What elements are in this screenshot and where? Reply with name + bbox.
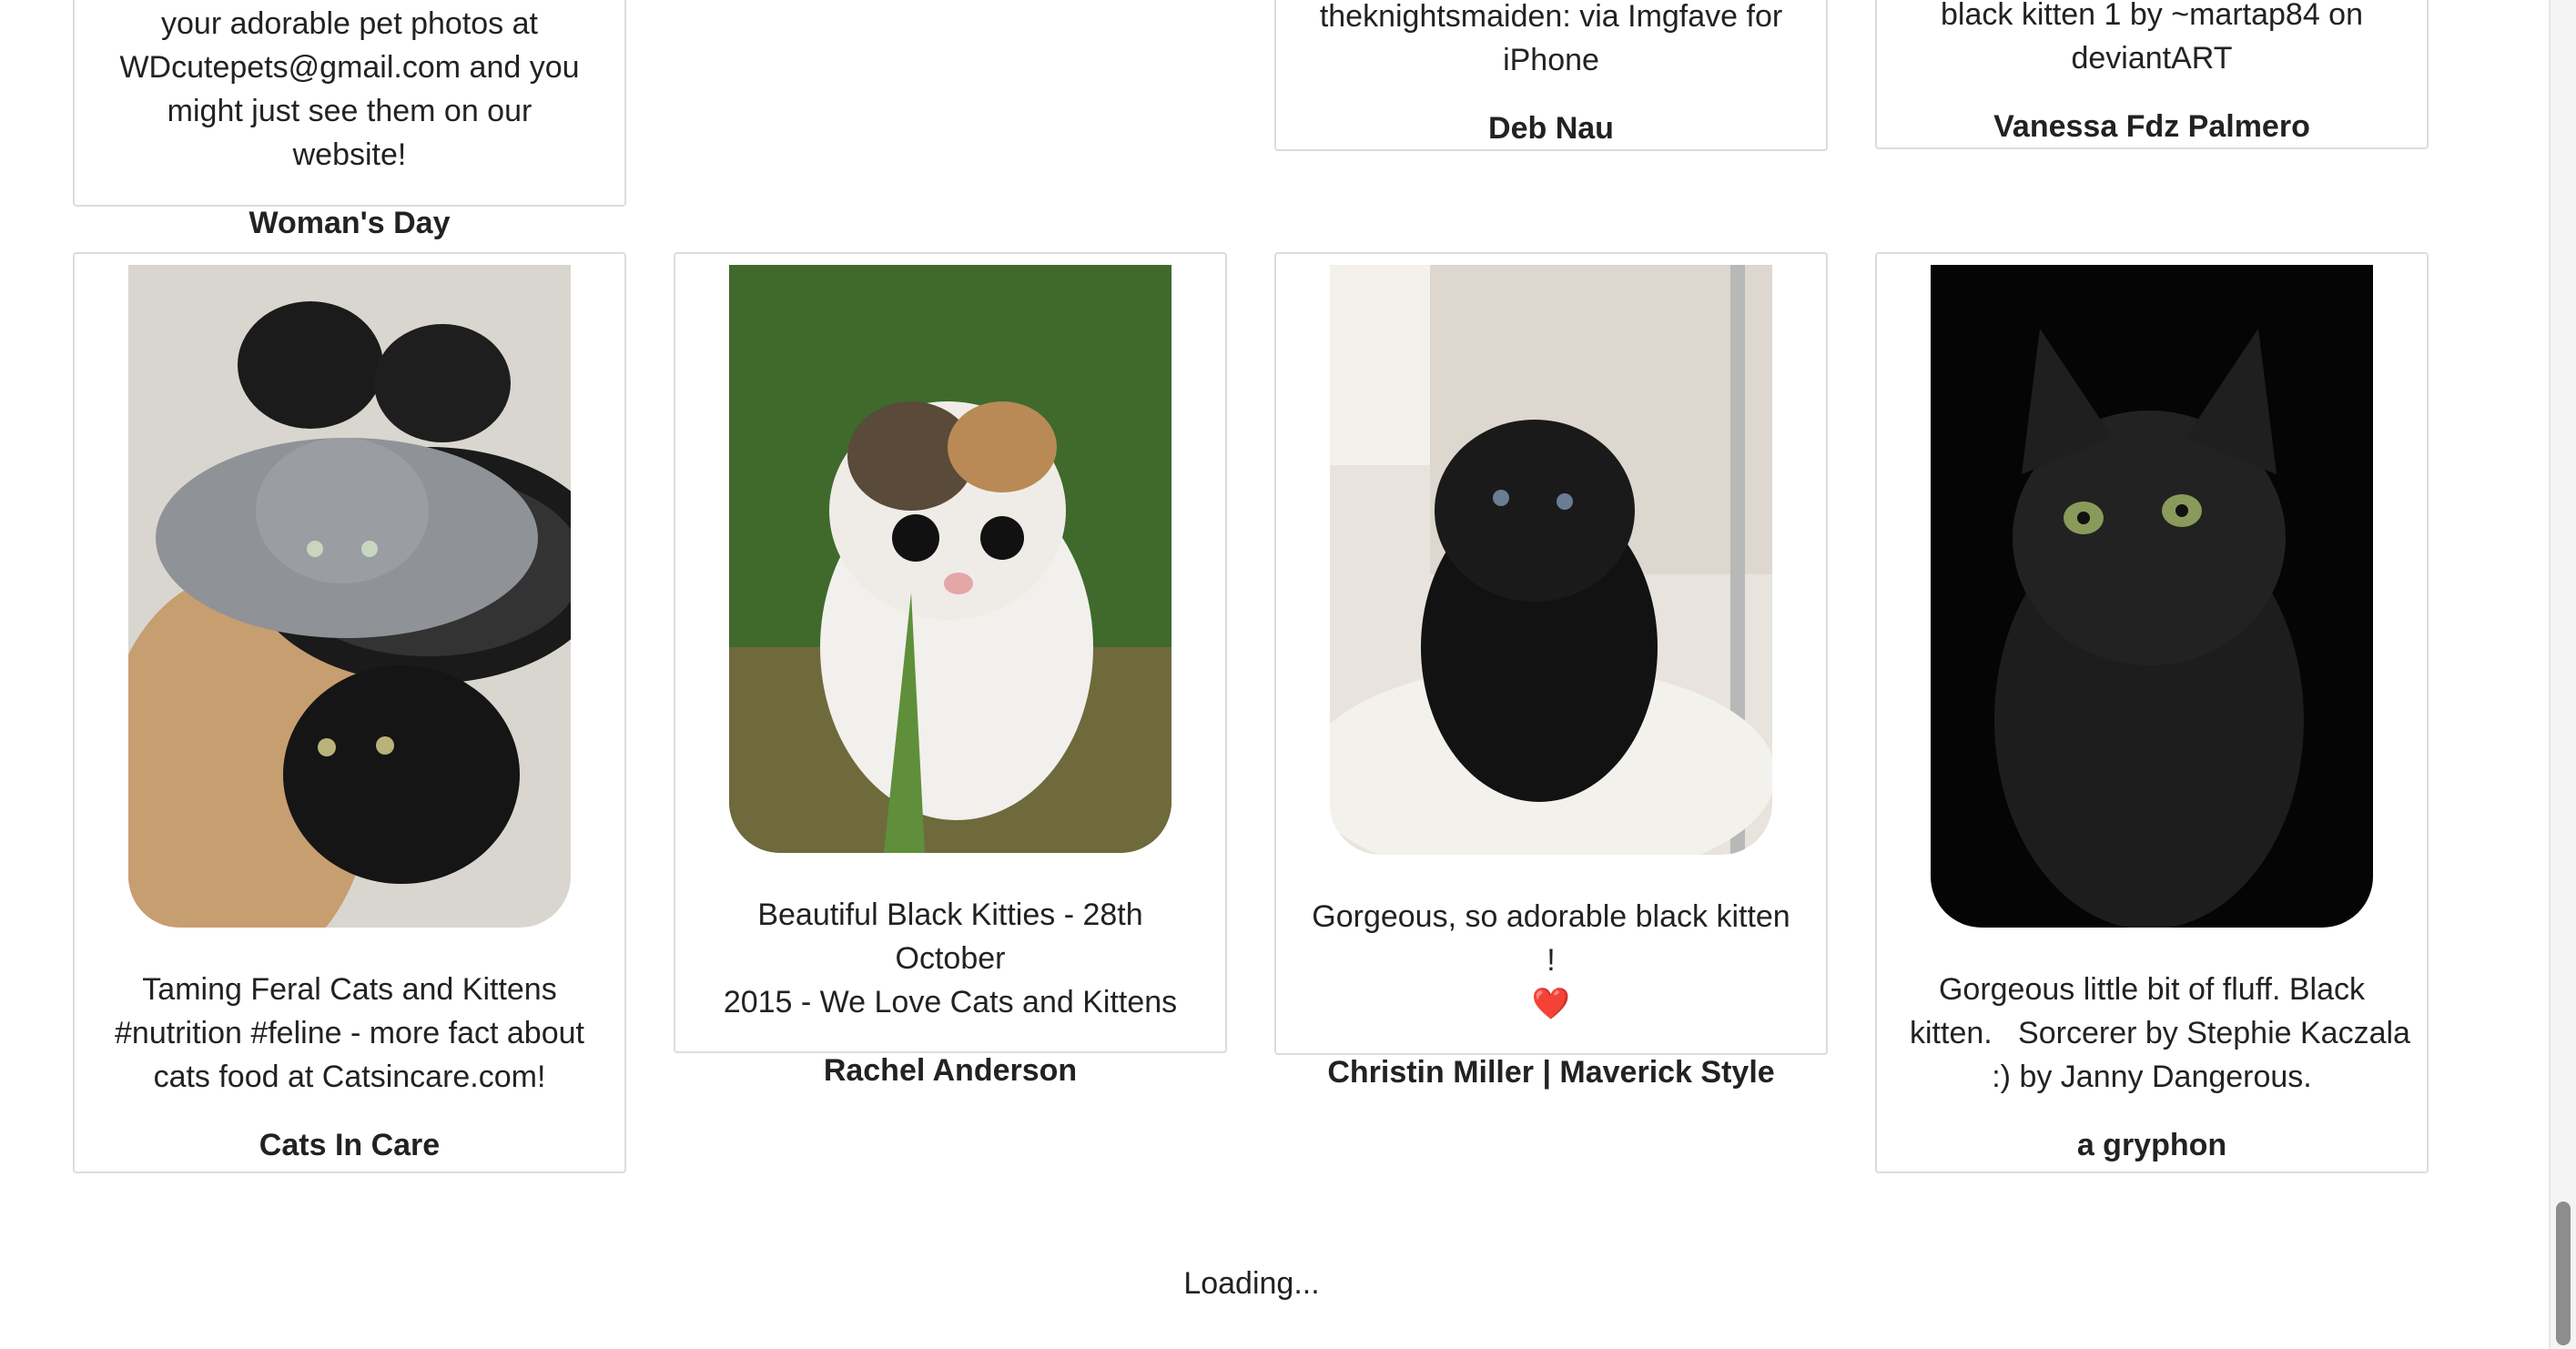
pin-caption: Taming Feral Cats and Kittens #nutrition… (115, 972, 584, 1094)
pin-card[interactable]: Beautiful Black Kitties - 28th October 2… (674, 252, 1227, 1088)
pin-card[interactable]: your adorable pet photos at WDcutepets@g… (73, 0, 626, 240)
dark-fluffy-kitten-photo[interactable] (1931, 265, 2373, 928)
pin-author[interactable]: Vanessa Fdz Palmero (1877, 107, 2427, 146)
pin-caption: Gorgeous, so adorable black kitten ! ❤️ (1312, 899, 1790, 1021)
pin-card[interactable]: black kitten 1 by ~martap84 on deviantAR… (1875, 0, 2429, 149)
pin-card[interactable]: theknightsmaiden: via Imgfave for iPhone… (1274, 0, 1828, 151)
pin-author[interactable]: a gryphon (1877, 1126, 2427, 1164)
pin-caption: your adorable pet photos at WDcutepets@g… (119, 6, 580, 172)
pin-author[interactable]: Rachel Anderson (675, 1051, 1225, 1090)
fluffy-black-kitten-on-chair-photo[interactable] (1330, 265, 1772, 855)
pin-caption: theknightsmaiden: via Imgfave for iPhone (1319, 0, 1783, 77)
pin-card[interactable]: Gorgeous, so adorable black kitten ! ❤️ … (1274, 252, 1828, 1090)
pin-card[interactable]: Gorgeous little bit of fluff. Black kitt… (1875, 252, 2429, 1173)
pin-caption: Gorgeous little bit of fluff. Black kitt… (1910, 972, 2410, 1094)
pin-caption: Beautiful Black Kitties - 28th October 2… (723, 898, 1178, 1019)
pin-card[interactable]: Taming Feral Cats and Kittens #nutrition… (73, 252, 626, 1173)
pin-caption: black kitten 1 by ~martap84 on deviantAR… (1941, 0, 2363, 76)
pin-feed-page: your adorable pet photos at WDcutepets@g… (0, 0, 2576, 1349)
page-scrollbar[interactable] (2549, 0, 2576, 1349)
calico-kitten-in-grass-photo[interactable] (729, 265, 1171, 853)
pin-author[interactable]: Christin Miller | Maverick Style (1276, 1053, 1826, 1091)
pin-author[interactable]: Deb Nau (1276, 109, 1826, 147)
scrollbar-thumb[interactable] (2556, 1202, 2571, 1345)
loading-indicator: Loading... (1183, 1266, 1320, 1301)
black-and-grey-kittens-in-pot-photo[interactable] (128, 265, 571, 928)
pin-author[interactable]: Woman's Day (75, 204, 624, 242)
pin-author[interactable]: Cats In Care (75, 1126, 624, 1164)
